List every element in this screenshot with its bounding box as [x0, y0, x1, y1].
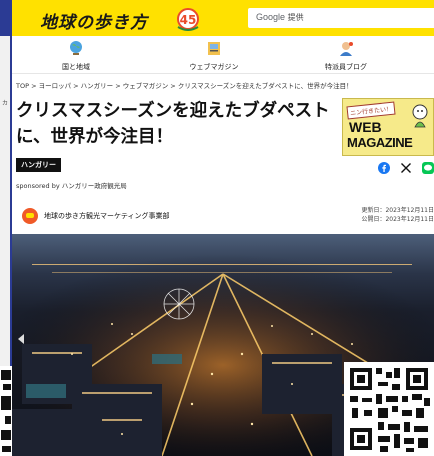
page-title: クリスマスシーズンを迎えたブダペストに、世界が今注目！ [16, 101, 330, 147]
main-nav: 国と地域 ウェブマガジン 特派員ブログ [12, 36, 434, 74]
updated-date: 更新日：2023年12月11日 [361, 207, 434, 214]
left-ghost-text: カ [2, 100, 9, 107]
carousel-prev-icon[interactable] [18, 334, 24, 344]
google-brand: Google [256, 12, 286, 22]
correspondent-icon [340, 42, 353, 56]
site-header: 地球の歩き方 45 Google 提供 [12, 0, 434, 36]
nav-item-countries[interactable]: 国と地域 [36, 40, 116, 72]
qr-code [344, 362, 434, 456]
author-name: 地球の歩き方観光マーケティング事業部 [44, 212, 170, 220]
x-icon[interactable] [400, 162, 412, 174]
breadcrumb[interactable]: TOP > ヨーロッパ > ハンガリー > ウェブマガジン > クリスマスシーズ… [16, 80, 353, 90]
search-input[interactable]: Google 提供 [248, 8, 434, 28]
left-qr-partial [0, 366, 12, 456]
share-buttons [378, 162, 434, 176]
author-logo-icon [22, 208, 38, 224]
anniversary-badge-icon: 45 [177, 8, 199, 31]
line-icon[interactable] [422, 162, 434, 174]
published-date: 公開日：2023年12月11日 [361, 216, 434, 223]
facebook-icon[interactable] [378, 162, 390, 174]
country-badge[interactable]: ハンガリー [16, 158, 61, 172]
anniversary-number: 45 [180, 13, 197, 27]
mascot-icon [412, 104, 428, 128]
webmag-tag: ニン行きたい！ [346, 101, 396, 120]
nav-label: 国と地域 [62, 63, 90, 71]
search-brand-suffix: 提供 [287, 13, 304, 22]
nav-label: ウェブマガジン [189, 63, 239, 71]
webmag-title-line2: MAGAZINE [347, 135, 413, 150]
webmag-title-line1: WEB [349, 119, 382, 135]
web-magazine-banner[interactable]: ニン行きたい！ WEB MAGAZINE [342, 98, 434, 156]
magazine-icon [208, 42, 220, 55]
globe-icon [70, 41, 82, 55]
site-logo[interactable]: 地球の歩き方 [40, 8, 148, 33]
nav-item-blog[interactable]: 特派員ブログ [306, 40, 386, 72]
search-brand-label: Google 提供 [256, 12, 304, 23]
article-dates: 更新日：2023年12月11日 公開日：2023年12月11日 [361, 206, 434, 224]
nav-item-webmagazine[interactable]: ウェブマガジン [174, 40, 254, 72]
nav-label: 特派員ブログ [325, 63, 367, 71]
sponsored-by: sponsored by ハンガリー政府観光局 [16, 182, 127, 190]
